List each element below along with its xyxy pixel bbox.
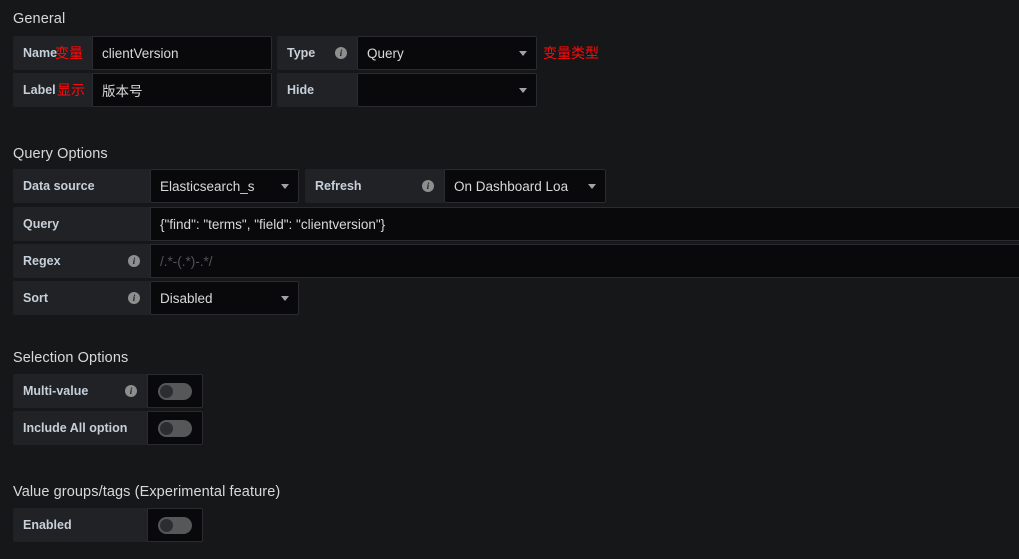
refresh-select-value: On Dashboard Loa	[454, 178, 569, 194]
regex-label-cell: Regex i	[13, 244, 150, 278]
type-info-icon[interactable]: i	[335, 47, 347, 59]
value-groups-enabled-toggle-cell[interactable]	[147, 508, 203, 542]
value-groups-enabled-toggle[interactable]	[158, 516, 192, 534]
chevron-down-icon	[281, 183, 289, 189]
sort-label-cell: Sort i	[13, 281, 150, 315]
query-input[interactable]: {"find": "terms", "field": "clientversio…	[150, 207, 1019, 241]
refresh-label: Refresh	[315, 179, 362, 193]
chevron-down-icon	[588, 183, 596, 189]
label-label: Label	[23, 83, 56, 97]
section-title-general: General	[13, 11, 66, 27]
sort-select-value: Disabled	[160, 290, 213, 306]
label-input-value: 版本号	[102, 84, 143, 99]
regex-label: Regex	[23, 254, 61, 268]
row-value-groups-enabled: Enabled	[13, 508, 203, 542]
value-groups-enabled-label-cell: Enabled	[13, 508, 147, 542]
section-title-selection-options: Selection Options	[13, 350, 129, 366]
multi-value-label-cell: Multi-value i	[13, 374, 147, 408]
toggle-knob	[160, 518, 173, 532]
include-all-toggle-cell[interactable]	[147, 411, 203, 445]
toggle-knob	[160, 421, 173, 435]
label-input[interactable]: 版本号	[92, 73, 272, 107]
multi-value-label: Multi-value	[23, 384, 89, 398]
data-source-select-value: Elasticsearch_s	[160, 178, 255, 194]
name-label: Name	[23, 46, 58, 60]
variable-editor-page: General Name clientVersion 变量 Type i Que…	[0, 0, 1019, 559]
hide-label-cell: Hide	[277, 73, 357, 107]
type-label-cell: Type i	[277, 36, 357, 70]
hide-label: Hide	[287, 83, 315, 97]
row-multi-value: Multi-value i	[13, 374, 203, 408]
annotation-label: 显示	[57, 83, 85, 99]
include-all-label-cell: Include All option	[13, 411, 147, 445]
row-sort: Sort i Disabled	[13, 281, 299, 315]
include-all-label: Include All option	[23, 421, 128, 435]
multi-value-toggle[interactable]	[158, 382, 192, 400]
chevron-down-icon	[519, 50, 527, 56]
refresh-label-cell: Refresh i	[305, 169, 444, 203]
query-label-cell: Query	[13, 207, 150, 241]
row-refresh: Refresh i On Dashboard Loa	[305, 169, 606, 203]
query-label: Query	[23, 217, 60, 231]
chevron-down-icon	[281, 295, 289, 301]
regex-input[interactable]: /.*-(.*)-.*/	[150, 244, 1019, 278]
multi-value-info-icon[interactable]: i	[125, 385, 137, 397]
sort-info-icon[interactable]: i	[128, 292, 140, 304]
annotation-name: 变量	[55, 46, 83, 62]
row-name: Name clientVersion	[13, 36, 272, 70]
refresh-select[interactable]: On Dashboard Loa	[444, 169, 606, 203]
regex-info-icon[interactable]: i	[128, 255, 140, 267]
sort-label: Sort	[23, 291, 48, 305]
data-source-label: Data source	[23, 179, 95, 193]
refresh-info-icon[interactable]: i	[422, 180, 434, 192]
data-source-label-cell: Data source	[13, 169, 150, 203]
type-select[interactable]: Query	[357, 36, 537, 70]
query-input-value: {"find": "terms", "field": "clientversio…	[160, 216, 386, 232]
regex-input-placeholder: /.*-(.*)-.*/	[160, 253, 213, 269]
row-query: Query {"find": "terms", "field": "client…	[13, 207, 1019, 241]
section-title-query-options: Query Options	[13, 146, 108, 162]
name-input-value: clientVersion	[102, 45, 179, 61]
section-title-value-groups: Value groups/tags (Experimental feature)	[13, 484, 281, 500]
row-hide: Hide	[277, 73, 537, 107]
row-include-all: Include All option	[13, 411, 203, 445]
name-input[interactable]: clientVersion	[92, 36, 272, 70]
type-label: Type	[287, 46, 316, 60]
toggle-knob	[160, 384, 173, 398]
include-all-toggle[interactable]	[158, 419, 192, 437]
value-groups-enabled-label: Enabled	[23, 518, 72, 532]
row-regex: Regex i /.*-(.*)-.*/	[13, 244, 1019, 278]
row-label: Label 版本号	[13, 73, 272, 107]
chevron-down-icon	[519, 87, 527, 93]
row-data-source: Data source Elasticsearch_s	[13, 169, 299, 203]
annotation-type: 变量类型	[543, 46, 599, 62]
multi-value-toggle-cell[interactable]	[147, 374, 203, 408]
sort-select[interactable]: Disabled	[150, 281, 299, 315]
data-source-select[interactable]: Elasticsearch_s	[150, 169, 299, 203]
type-select-value: Query	[367, 45, 404, 61]
hide-select[interactable]	[357, 73, 537, 107]
row-type: Type i Query	[277, 36, 537, 70]
